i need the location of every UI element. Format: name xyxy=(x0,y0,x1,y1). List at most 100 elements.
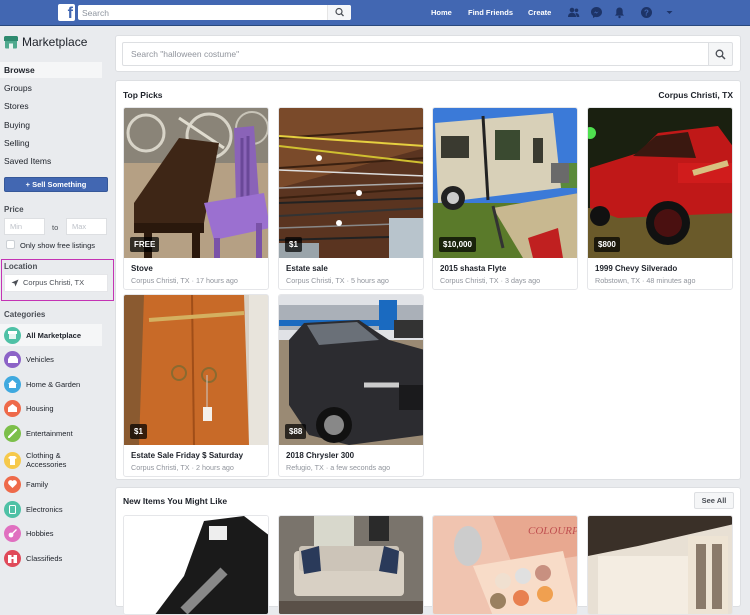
listing-price-badge: $1 xyxy=(130,424,147,439)
listing-title[interactable]: 1999 Chevy Silverado xyxy=(595,264,677,273)
new-item-card[interactable] xyxy=(278,515,424,615)
top-picks-title: Top Picks xyxy=(123,90,163,100)
price-min-input[interactable]: Min xyxy=(4,218,45,235)
sidebar-item-stores[interactable]: Stores xyxy=(0,98,102,114)
svg-text:COLOURPOP: COLOURPOP xyxy=(528,525,578,537)
category-label: Classifieds xyxy=(26,553,63,563)
nav-create-link[interactable]: Create xyxy=(528,8,551,17)
marketplace-search-panel: Search "halloween costume" xyxy=(115,35,741,72)
category-classifieds[interactable]: Classifieds xyxy=(0,547,102,569)
free-listings-checkbox[interactable] xyxy=(6,240,15,249)
category-family[interactable]: Family xyxy=(0,473,102,495)
location-label: Location xyxy=(4,262,38,271)
sidebar-item-browse[interactable]: Browse xyxy=(0,62,102,78)
listing-card[interactable]: $10,000 2015 shasta Flyte Corpus Christi… xyxy=(432,107,578,290)
sidebar-item-groups[interactable]: Groups xyxy=(0,80,102,96)
car-icon xyxy=(4,350,21,368)
location-value: Corpus Christi, TX xyxy=(23,278,85,287)
home-icon xyxy=(4,375,21,393)
category-housing[interactable]: Housing xyxy=(0,397,102,419)
listing-card[interactable]: $800 1999 Chevy Silverado Robstown, TX ·… xyxy=(587,107,733,290)
listing-card[interactable]: FREE Stove Corpus Christi, TX · 17 hours… xyxy=(123,107,269,290)
listing-card[interactable]: $1 Estate sale Corpus Christi, TX · 5 ho… xyxy=(278,107,424,290)
marketplace-title: Marketplace xyxy=(4,35,87,49)
listing-subtitle: Corpus Christi, TX · 17 hours ago xyxy=(131,276,238,285)
guitar-icon xyxy=(4,524,21,542)
listing-image-fishing-rods xyxy=(279,108,423,258)
category-label: Family xyxy=(26,479,49,489)
new-item-card[interactable]: COLOURPOP xyxy=(432,515,578,615)
messenger-icon[interactable] xyxy=(590,6,603,19)
category-label: Entertainment xyxy=(26,428,73,438)
category-electronics[interactable]: Electronics xyxy=(0,498,102,520)
category-label: Hobbies xyxy=(26,528,54,538)
marketplace-shop-icon xyxy=(4,35,18,48)
category-label: All Marketplace xyxy=(26,330,82,340)
listing-subtitle: Corpus Christi, TX · 3 days ago xyxy=(440,276,541,285)
new-item-image-sneaker xyxy=(124,516,268,614)
category-hobbies[interactable]: Hobbies xyxy=(0,522,102,544)
notifications-icon[interactable] xyxy=(613,6,626,19)
category-vehicles[interactable]: Vehicles xyxy=(0,348,102,370)
location-input[interactable]: Corpus Christi, TX xyxy=(4,274,108,292)
nav-find-friends-link[interactable]: Find Friends xyxy=(468,8,513,17)
search-icon xyxy=(715,49,726,60)
new-item-card[interactable] xyxy=(123,515,269,615)
listing-title[interactable]: 2018 Chrysler 300 xyxy=(286,451,354,460)
price-max-input[interactable]: Max xyxy=(66,218,107,235)
category-label: Home & Garden xyxy=(26,379,81,389)
category-label: Vehicles xyxy=(26,354,54,364)
new-item-image-cabinet xyxy=(588,516,732,614)
price-to-label: to xyxy=(52,223,59,232)
listing-title[interactable]: Stove xyxy=(131,264,153,273)
listing-price-badge: FREE xyxy=(130,237,160,252)
listing-title[interactable]: Estate sale xyxy=(286,264,328,273)
listing-subtitle: Robstown, TX · 48 minutes ago xyxy=(595,276,696,285)
category-entertainment[interactable]: Entertainment xyxy=(0,422,102,444)
listing-price-badge: $800 xyxy=(594,237,620,252)
new-item-image-eyeshadow-palette: COLOURPOP xyxy=(433,516,578,614)
listing-title[interactable]: 2015 shasta Flyte xyxy=(440,264,506,273)
help-icon[interactable]: ? xyxy=(640,6,653,19)
global-search-input[interactable] xyxy=(78,5,323,20)
facebook-logo[interactable]: f xyxy=(58,4,75,21)
global-search-button[interactable] xyxy=(327,5,351,20)
new-item-card[interactable] xyxy=(587,515,733,615)
marketplace-title-text: Marketplace xyxy=(22,35,88,49)
listing-card[interactable]: $88 2018 Chrysler 300 Refugio, TX · a fe… xyxy=(278,294,424,477)
listing-subtitle: Corpus Christi, TX · 2 hours ago xyxy=(131,463,234,472)
account-menu-chevron-icon[interactable] xyxy=(663,6,676,19)
new-item-image-sofa xyxy=(279,516,423,614)
svg-text:?: ? xyxy=(644,8,649,17)
global-search xyxy=(78,5,351,20)
marketplace-search-button[interactable] xyxy=(708,42,733,66)
sidebar-item-saved-items[interactable]: Saved Items xyxy=(0,153,102,169)
listing-card[interactable]: $1 Estate Sale Friday $ Saturday Corpus … xyxy=(123,294,269,477)
free-listings-label[interactable]: Only show free listings xyxy=(20,241,95,250)
location-arrow-icon xyxy=(11,279,19,287)
listing-image-travel-trailer xyxy=(433,108,577,258)
top-picks-panel: Top Picks Corpus Christi, TX FREE Stove … xyxy=(115,80,741,480)
listing-title[interactable]: Estate Sale Friday $ Saturday xyxy=(131,451,243,460)
tablet-icon xyxy=(4,500,21,518)
category-all-marketplace[interactable]: All Marketplace xyxy=(0,324,102,346)
listing-subtitle: Refugio, TX · a few seconds ago xyxy=(286,463,391,472)
listing-subtitle: Corpus Christi, TX · 5 hours ago xyxy=(286,276,389,285)
classifieds-icon xyxy=(4,549,21,567)
new-items-panel: New Items You Might Like See All COLOURP… xyxy=(115,487,741,615)
marketplace-search-input[interactable]: Search "halloween costume" xyxy=(122,42,711,66)
listing-price-badge: $10,000 xyxy=(439,237,476,252)
search-icon xyxy=(335,7,344,17)
category-clothing-accessories[interactable]: Clothing & Accessories xyxy=(0,448,102,472)
category-home-garden[interactable]: Home & Garden xyxy=(0,373,102,395)
see-all-button[interactable]: See All xyxy=(694,492,734,509)
nav-home-link[interactable]: Home xyxy=(431,8,452,17)
category-label-line2: Accessories xyxy=(26,460,67,469)
sidebar-item-buying[interactable]: Buying xyxy=(0,117,102,133)
friends-icon[interactable] xyxy=(567,6,580,19)
listing-image-red-truck xyxy=(588,108,732,258)
listing-image-black-sedan xyxy=(279,295,423,445)
sidebar-item-selling[interactable]: Selling xyxy=(0,135,102,151)
sell-something-button[interactable]: + Sell Something xyxy=(4,177,108,192)
categories-label: Categories xyxy=(4,310,46,319)
